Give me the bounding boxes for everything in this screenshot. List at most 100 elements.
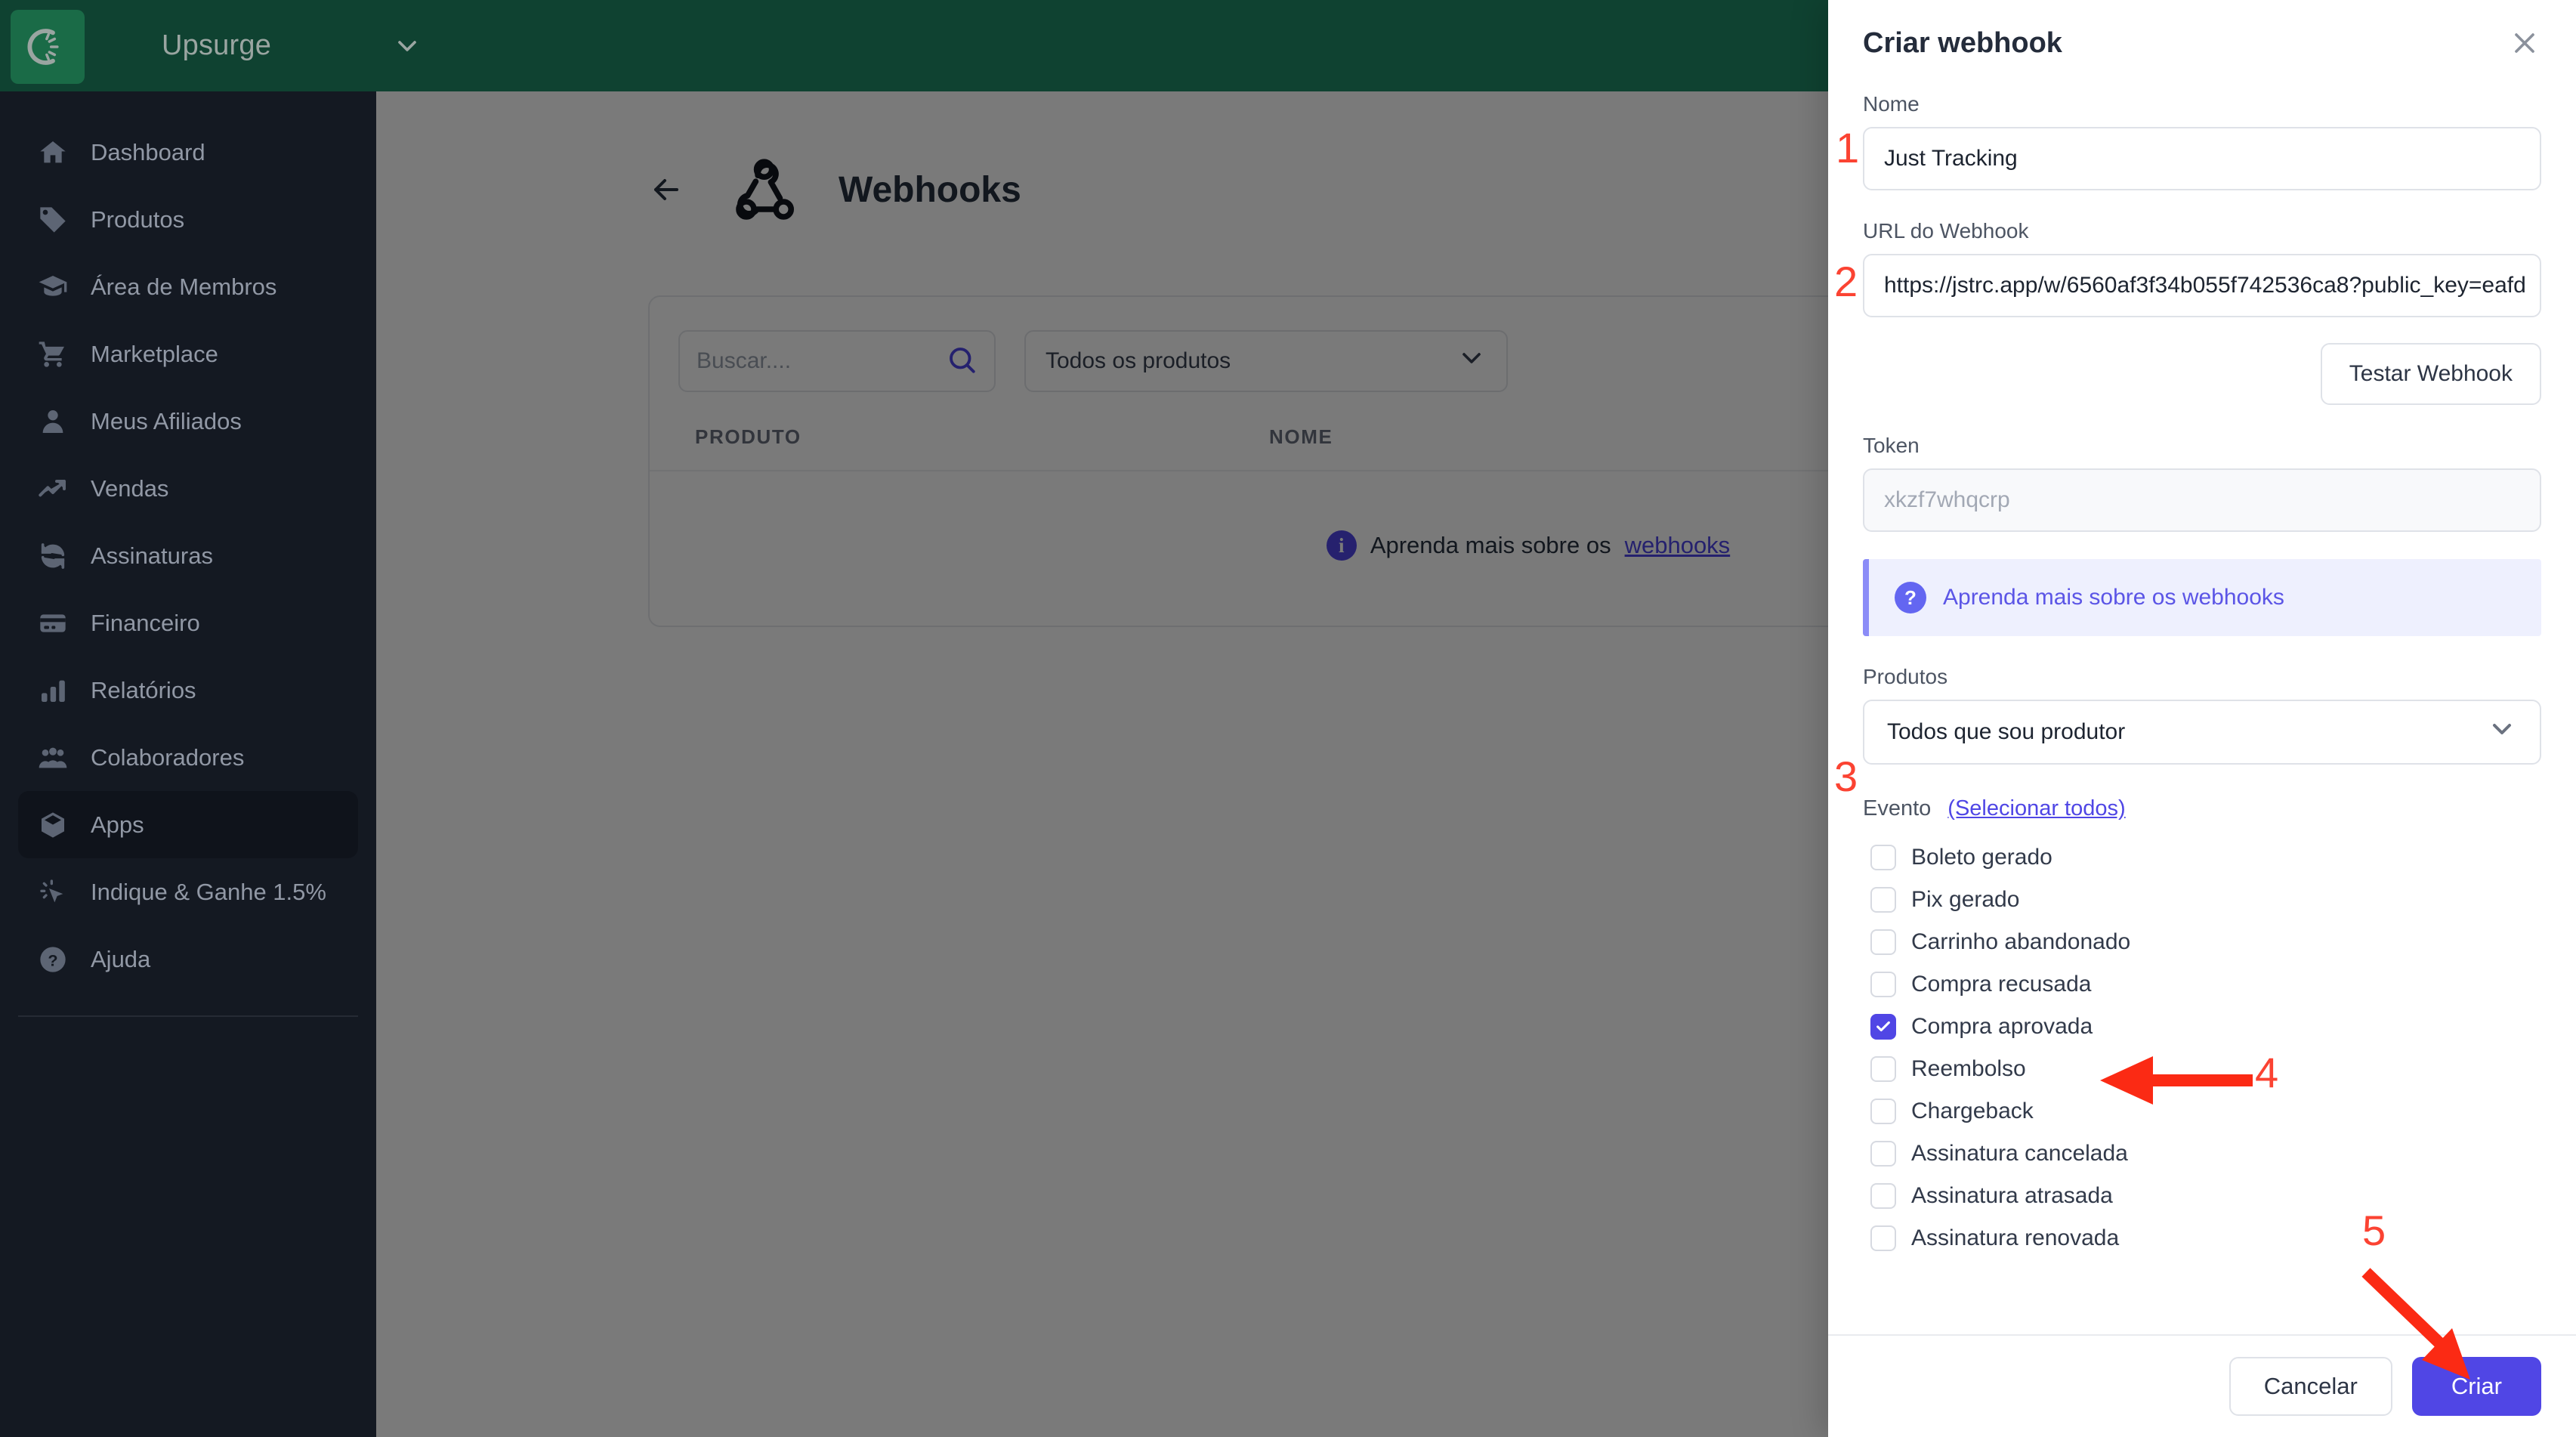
test-webhook-row: Testar Webhook	[1863, 343, 2541, 405]
event-row-reembolso[interactable]: Reembolso	[1870, 1048, 2541, 1090]
sidebar-item-label: Meus Afiliados	[91, 407, 242, 434]
name-field-group: Nome Just Tracking	[1863, 92, 2541, 190]
checkbox-pix-gerado[interactable]	[1870, 887, 1896, 913]
sidebar-item-label: Produtos	[91, 206, 185, 233]
name-input[interactable]: Just Tracking	[1863, 127, 2541, 190]
chevron-down-icon[interactable]	[392, 31, 422, 61]
sidebar-item-apps[interactable]: Apps	[18, 791, 358, 858]
sidebar-item-label: Marketplace	[91, 340, 218, 367]
refresh-icon	[32, 535, 74, 577]
products-select[interactable]: Todos que sou produtor	[1863, 700, 2541, 765]
event-label: Assinatura atrasada	[1911, 1183, 2113, 1208]
box-icon	[32, 804, 74, 846]
chevron-down-icon	[2487, 714, 2517, 750]
sidebar-item-relatorios[interactable]: Relatórios	[18, 657, 358, 724]
sidebar-item-marketplace[interactable]: Marketplace	[18, 320, 358, 388]
url-input-value: https://jstrc.app/w/6560af3f34b055f74253…	[1884, 273, 2526, 298]
checkbox-reembolso[interactable]	[1870, 1056, 1896, 1082]
home-icon	[32, 131, 74, 174]
event-label: Compra recusada	[1911, 972, 2092, 997]
sidebar-item-ajuda[interactable]: ? Ajuda	[18, 926, 358, 993]
help-banner-text: Aprenda mais sobre os webhooks	[1943, 585, 2284, 610]
svg-text:?: ?	[48, 950, 57, 969]
sidebar-item-financeiro[interactable]: Financeiro	[18, 589, 358, 657]
token-field-group: Token xkzf7whqcrp	[1863, 434, 2541, 532]
sidebar-item-label: Vendas	[91, 474, 169, 502]
token-input-placeholder: xkzf7whqcrp	[1884, 487, 2010, 512]
checkbox-assinatura-atrasada[interactable]	[1870, 1183, 1896, 1209]
event-label: Pix gerado	[1911, 887, 2020, 912]
trend-up-icon	[32, 468, 74, 510]
create-webhook-drawer: Criar webhook Nome Just Tracking URL do …	[1828, 0, 2576, 1437]
name-field-label: Nome	[1863, 92, 1920, 116]
upsurge-logo-icon[interactable]	[11, 9, 85, 84]
token-field-label: Token	[1863, 434, 1920, 457]
event-label: Assinatura cancelada	[1911, 1141, 2128, 1166]
criar-button[interactable]: Criar	[2411, 1357, 2541, 1416]
sidebar-item-label: Colaboradores	[91, 743, 245, 771]
event-label: Assinatura renovada	[1911, 1225, 2120, 1250]
sidebar-item-label: Indique & Ganhe 1.5%	[91, 878, 326, 905]
event-row-assinatura-renovada[interactable]: Assinatura renovada	[1870, 1217, 2541, 1259]
products-field-label: Produtos	[1863, 665, 1948, 688]
event-row-compra-aprovada[interactable]: Compra aprovada	[1870, 1006, 2541, 1048]
bar-chart-icon	[32, 669, 74, 712]
products-select-value: Todos que sou produtor	[1887, 719, 2126, 744]
event-row-pix-gerado[interactable]: Pix gerado	[1870, 879, 2541, 921]
event-label: Chargeback	[1911, 1099, 2034, 1123]
checkbox-boleto-gerado[interactable]	[1870, 845, 1896, 870]
sidebar-item-dashboard[interactable]: Dashboard	[18, 119, 358, 186]
sidebar-item-vendas[interactable]: Vendas	[18, 455, 358, 522]
url-field-label: URL do Webhook	[1863, 219, 2029, 243]
drawer-header: Criar webhook	[1828, 0, 2576, 70]
sidebar-item-label: Dashboard	[91, 138, 205, 165]
drawer-body: Nome Just Tracking URL do Webhook https:…	[1828, 70, 2576, 1334]
cancel-button[interactable]: Cancelar	[2229, 1357, 2392, 1416]
checkbox-carrinho-abandonado[interactable]	[1870, 929, 1896, 955]
sidebar-item-label: Relatórios	[91, 676, 196, 703]
sidebar-item-assinaturas[interactable]: Assinaturas	[18, 522, 358, 589]
sidebar-item-label: Financeiro	[91, 609, 200, 636]
person-icon	[32, 400, 74, 443]
help-banner[interactable]: ? Aprenda mais sobre os webhooks	[1863, 559, 2541, 636]
sidebar-item-indique-ganhe[interactable]: Indique & Ganhe 1.5%	[18, 858, 358, 926]
sidebar-divider	[18, 1015, 358, 1017]
sidebar-item-meus-afiliados[interactable]: Meus Afiliados	[18, 388, 358, 455]
event-row-boleto-gerado[interactable]: Boleto gerado	[1870, 836, 2541, 879]
event-label: Reembolso	[1911, 1056, 2026, 1081]
test-webhook-button[interactable]: Testar Webhook	[2320, 343, 2541, 405]
checkbox-compra-recusada[interactable]	[1870, 972, 1896, 997]
question-circle-icon: ?	[32, 938, 74, 981]
drawer-footer: Cancelar Criar	[1828, 1334, 2576, 1437]
event-row-carrinho-abandonado[interactable]: Carrinho abandonado	[1870, 921, 2541, 963]
checkbox-assinatura-cancelada[interactable]	[1870, 1141, 1896, 1167]
checkbox-assinatura-renovada[interactable]	[1870, 1225, 1896, 1251]
events-header: Evento (Selecionar todos)	[1863, 796, 2541, 821]
sidebar-item-label: Apps	[91, 811, 144, 838]
event-row-compra-recusada[interactable]: Compra recusada	[1870, 963, 2541, 1006]
token-input[interactable]: xkzf7whqcrp	[1863, 468, 2541, 532]
event-label: Compra aprovada	[1911, 1014, 2093, 1039]
event-row-assinatura-atrasada[interactable]: Assinatura atrasada	[1870, 1175, 2541, 1217]
url-input[interactable]: https://jstrc.app/w/6560af3f34b055f74253…	[1863, 254, 2541, 317]
sidebar-item-colaboradores[interactable]: Colaboradores	[18, 724, 358, 791]
event-label: Carrinho abandonado	[1911, 929, 2131, 954]
checkbox-chargeback[interactable]	[1870, 1099, 1896, 1124]
cursor-click-icon	[32, 871, 74, 913]
sidebar-item-area-de-membros[interactable]: Área de Membros	[18, 253, 358, 320]
select-all-events-link[interactable]: (Selecionar todos)	[1947, 796, 2125, 821]
sidebar: Dashboard Produtos Área de Membros Marke…	[0, 91, 376, 1437]
cart-icon	[32, 333, 74, 375]
event-label: Boleto gerado	[1911, 845, 2052, 870]
event-row-assinatura-cancelada[interactable]: Assinatura cancelada	[1870, 1133, 2541, 1175]
events-checkbox-list: Boleto gerado Pix gerado Carrinho abando…	[1863, 836, 2541, 1259]
tag-icon	[32, 199, 74, 241]
modal-overlay[interactable]	[376, 91, 1828, 1437]
event-row-chargeback[interactable]: Chargeback	[1870, 1090, 2541, 1133]
graduation-cap-icon	[32, 266, 74, 308]
close-icon[interactable]	[2508, 26, 2541, 60]
drawer-title: Criar webhook	[1863, 26, 2062, 59]
sidebar-item-label: Assinaturas	[91, 542, 213, 569]
sidebar-item-produtos[interactable]: Produtos	[18, 186, 358, 253]
compra-aprovada-checkbox[interactable]	[1870, 1014, 1896, 1040]
